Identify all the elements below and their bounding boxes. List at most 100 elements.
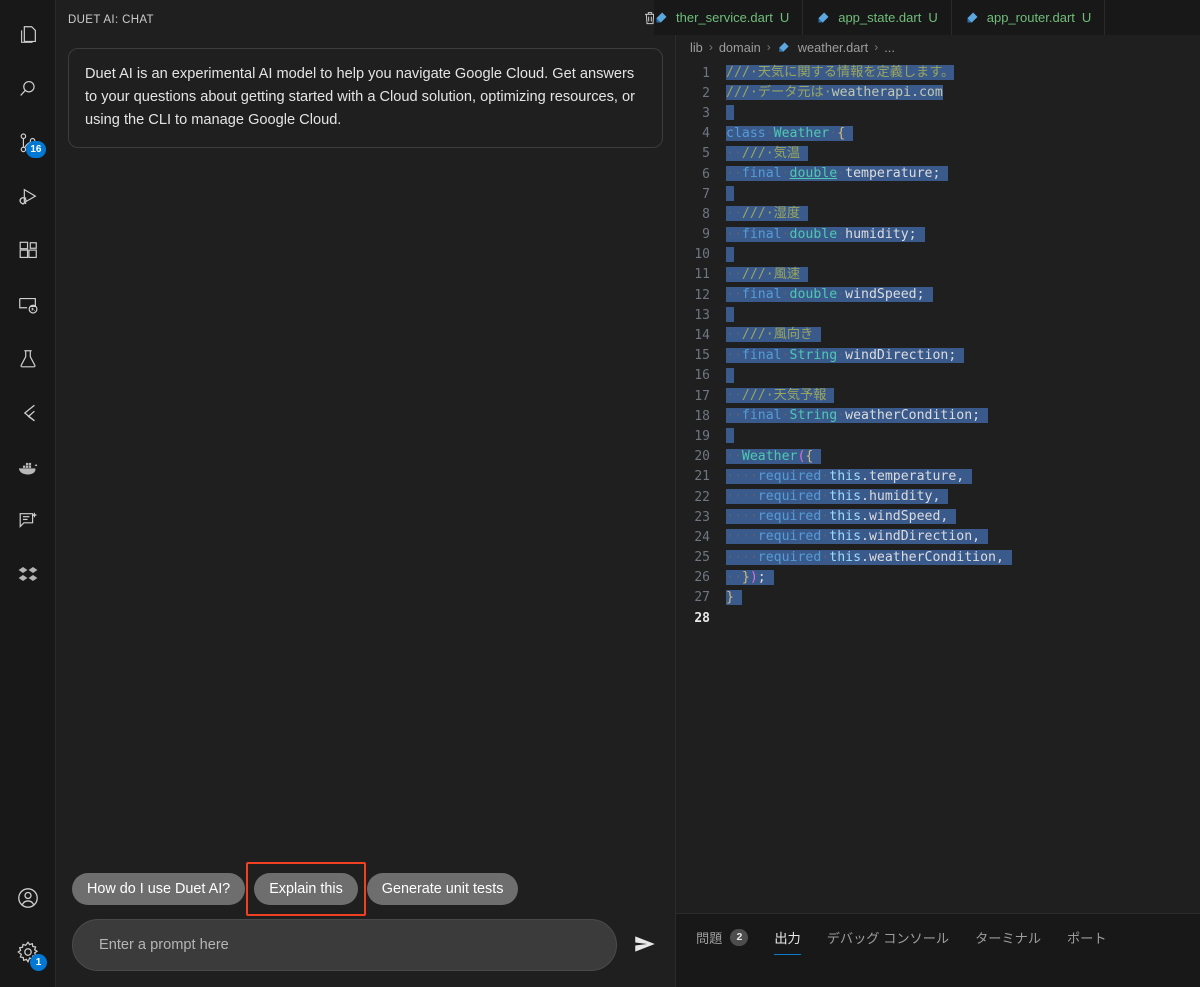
code-line: 16 (676, 366, 1200, 386)
breadcrumb-item-domain[interactable]: domain (719, 40, 761, 55)
code-line: 28 (676, 608, 1200, 628)
panel-title: DUET AI: CHAT (68, 14, 154, 26)
panel-tab-label: 出力 (774, 931, 801, 946)
code-line: 13 (676, 305, 1200, 325)
chevron-right-icon: › (874, 40, 879, 54)
sidebar-item-testing[interactable] (0, 332, 56, 386)
prompt-input[interactable] (72, 919, 617, 971)
line-content: ··///·気温 (726, 144, 808, 164)
suggestion-pill-wrapper-1: Explain this (246, 862, 366, 916)
code-line: 18 ··final·String·weatherCondition; (676, 406, 1200, 426)
line-number: 17 (694, 388, 710, 404)
editor-tab-status: U (928, 10, 938, 25)
line-number: 25 (694, 550, 710, 566)
breadcrumb-item-weather-dart[interactable]: weather.dart (798, 40, 868, 55)
accounts-button[interactable] (0, 871, 56, 925)
breadcrumb-item-lib[interactable]: lib (690, 40, 703, 55)
sidebar-item-search[interactable] (0, 62, 56, 116)
code-line: 24 ····required·this.windDirection, (676, 527, 1200, 547)
editor-tab-label: ther_service.dart (676, 10, 773, 25)
sidebar-item-extensions[interactable] (0, 224, 56, 278)
line-number-active: 28 (694, 610, 710, 626)
code-line: 2 ///·データ元は·weatherapi.com (676, 83, 1200, 103)
breadcrumb: lib › domain › weather.dart › ... (676, 35, 1200, 59)
panel-tab-problems[interactable]: 問題 2 (696, 928, 749, 954)
code-editor[interactable]: 1 ///·天気に関する情報を定義します。 2 ///·データ元は·weathera… (676, 59, 1200, 913)
sidebar-item-flutter[interactable] (0, 386, 56, 440)
code-line: 4 class·Weather·{ (676, 124, 1200, 144)
editor-tab-status: U (1081, 10, 1092, 25)
sidebar-item-run-and-debug[interactable] (0, 170, 56, 224)
beaker-icon (17, 348, 39, 370)
code-line: 10 (676, 245, 1200, 265)
account-icon (16, 886, 40, 910)
panel-tab-output[interactable]: 出力 (774, 928, 801, 955)
suggestion-pill-wrapper-0: How do I use Duet AI? (72, 873, 246, 905)
panel-tab-label: ターミナル (975, 931, 1042, 946)
line-number: 12 (694, 287, 710, 303)
breadcrumb-item-ellipsis[interactable]: ... (884, 40, 895, 55)
editor-tab-weather-service[interactable]: ther_service.dart U (654, 0, 804, 35)
editor-tab-status: U (779, 10, 790, 25)
suggestion-pill-how-do-i-use-duet-ai[interactable]: How do I use Duet AI? (72, 873, 246, 905)
line-number: 15 (694, 348, 710, 364)
docker-icon (16, 455, 40, 479)
line-content: ··}); (726, 568, 774, 588)
search-icon (17, 78, 39, 100)
line-number: 2 (702, 85, 710, 101)
line-content (726, 184, 734, 204)
duet-ai-chat-panel: DUET AI: CHAT Duet AI is an experimental… (56, 0, 676, 987)
manage-settings-button[interactable]: 1 (0, 925, 56, 979)
line-number: 5 (702, 146, 710, 162)
suggestion-pill-explain-this[interactable]: Explain this (254, 873, 358, 905)
sidebar-item-explorer[interactable] (0, 8, 56, 62)
sidebar-item-dropbox[interactable] (0, 548, 56, 602)
line-number: 1 (702, 65, 710, 81)
line-content: ··final·double·humidity; (726, 225, 925, 245)
panel-tab-ports[interactable]: ポート (1067, 928, 1107, 954)
sidebar-item-docker[interactable] (0, 440, 56, 494)
sidebar-item-duet-ai-chat[interactable] (0, 494, 56, 548)
editor-tab-app-state[interactable]: app_state.dart U (803, 0, 952, 35)
send-button[interactable] (627, 927, 663, 963)
code-line: 23 ····required·this.windSpeed, (676, 507, 1200, 527)
dart-icon (965, 10, 980, 25)
editor-tab-label: app_state.dart (838, 10, 922, 25)
line-content: ··///·風向き (726, 325, 822, 345)
line-content: ··///·風速 (726, 265, 808, 285)
suggestion-pill-generate-unit-tests[interactable]: Generate unit tests (366, 873, 519, 905)
chevron-right-icon: › (708, 40, 713, 54)
line-number: 9 (702, 227, 710, 243)
line-number: 6 (702, 166, 710, 182)
chat-input-area: How do I use Duet AI? Explain this Gener… (56, 862, 675, 987)
panel-tab-debug-console[interactable]: デバッグ コンソール (827, 928, 949, 954)
code-lines: 1 ///·天気に関する情報を定義します。 2 ///·データ元は·weathera… (676, 59, 1200, 628)
line-content: ····required·this.temperature, (726, 467, 973, 487)
code-line: 25 ····required·this.weatherCondition, (676, 548, 1200, 568)
line-content: ··final·double·temperature; (726, 164, 949, 184)
code-line: 20 ··Weather({ (676, 447, 1200, 467)
line-content: ····required·this.humidity, (726, 487, 949, 507)
sidebar-item-source-control[interactable]: 16 (0, 116, 56, 170)
dart-icon (777, 40, 792, 55)
line-content: ··Weather({ (726, 447, 822, 467)
editor-tab-bar: ther_service.dart U app_state.dart U app… (654, 0, 1200, 35)
code-line: 8 ··///·湿度 (676, 204, 1200, 224)
chat-panel-header: DUET AI: CHAT (56, 0, 675, 40)
panel-tab-terminal[interactable]: ターミナル (975, 928, 1041, 954)
code-line: 9 ··final·double·humidity; (676, 225, 1200, 245)
line-content: ····required·this.weatherCondition, (726, 548, 1012, 568)
remote-explorer-icon (17, 294, 39, 316)
code-line: 22 ····required·this.humidity, (676, 487, 1200, 507)
line-content (726, 426, 734, 446)
line-content: ····required·this.windSpeed, (726, 507, 957, 527)
code-line: 27} (676, 588, 1200, 608)
flutter-icon (17, 402, 39, 424)
activity-bar: 16 1 (0, 0, 56, 987)
code-line: 11 ··///·風速 (676, 265, 1200, 285)
sidebar-item-remote-explorer[interactable] (0, 278, 56, 332)
problems-count-badge: 2 (730, 929, 749, 946)
line-content: ····required·this.windDirection, (726, 527, 989, 547)
editor-tab-app-router[interactable]: app_router.dart U (951, 0, 1106, 35)
assistant-message: Duet AI is an experimental AI model to h… (68, 48, 663, 148)
